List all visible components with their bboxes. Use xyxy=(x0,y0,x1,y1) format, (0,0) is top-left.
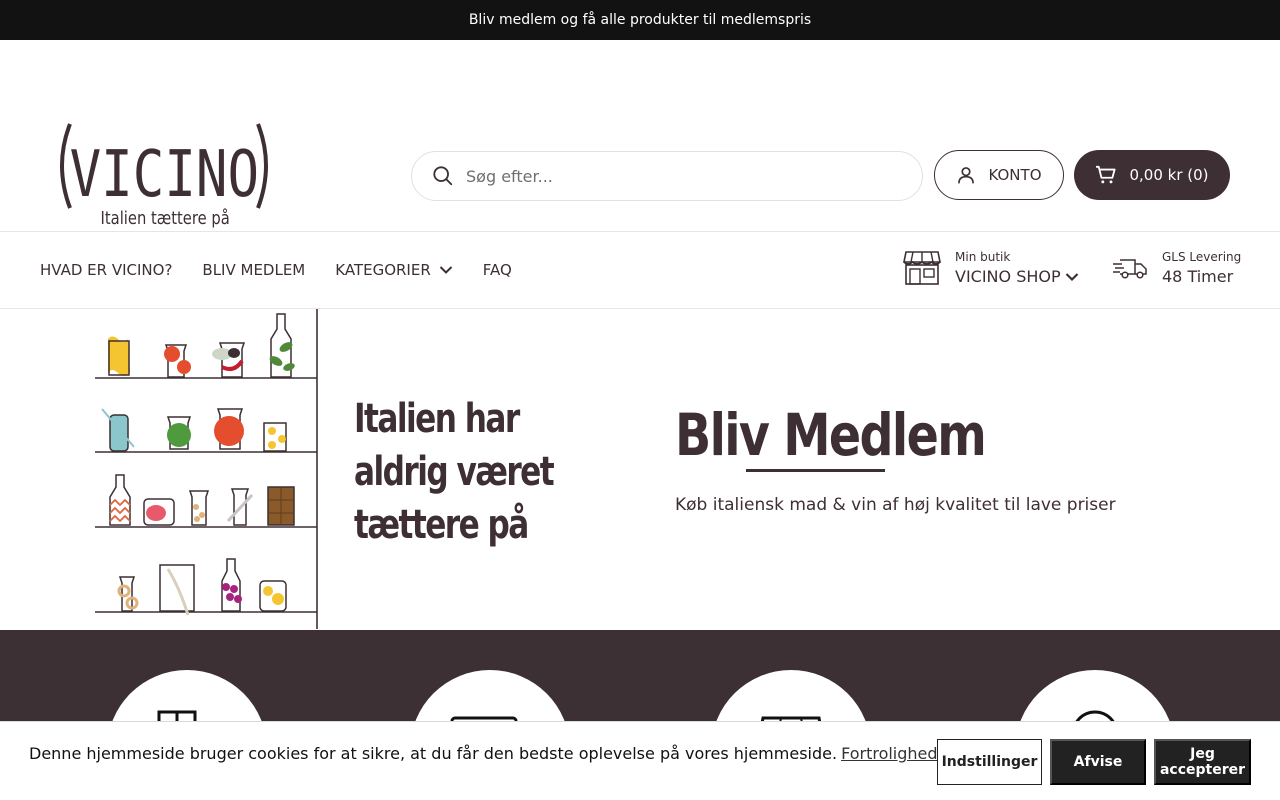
delivery-label: GLS Levering xyxy=(1162,250,1242,264)
nav-item-label: BLIV MEDLEM xyxy=(202,261,306,279)
delivery-info: GLS Levering 48 Timer xyxy=(1112,250,1241,286)
slogan-line: tættere på xyxy=(354,502,529,548)
chevron-down-icon xyxy=(439,266,452,274)
nav-item-about[interactable]: HVAD ER VICINO? xyxy=(40,261,172,279)
delivery-value: 48 Timer xyxy=(1162,267,1234,286)
logo-tagline: Italien tættere på xyxy=(101,208,230,229)
shelf-row-2 xyxy=(101,408,287,452)
logo[interactable]: VICINO Italien tættere på xyxy=(52,120,280,232)
main-nav: HVAD ER VICINO? BLIV MEDLEM KATEGORIER F… xyxy=(0,232,1280,309)
cart-total: 0,00 kr (0) xyxy=(1129,166,1209,184)
cookie-banner: Denne hjemmeside bruger cookies for at s… xyxy=(0,721,1280,800)
store-label: Min butik xyxy=(955,250,1011,264)
logo-mark: VICINO Italien tættere på xyxy=(60,123,268,229)
cart-button[interactable]: 0,00 kr (0) xyxy=(1074,150,1230,200)
user-icon xyxy=(958,167,975,184)
announcement-text: Bliv medlem og få alle produkter til med… xyxy=(468,12,812,28)
search-input[interactable] xyxy=(466,166,866,186)
nav-item-label: KATEGORIER xyxy=(335,261,431,279)
delivery-text: GLS Levering 48 Timer xyxy=(1162,250,1241,286)
header: VICINO Italien tættere på KONTO 0,00 kr … xyxy=(0,40,1280,232)
delivery-truck-icon xyxy=(1113,259,1147,279)
store-value-row: VICINO SHOP xyxy=(955,267,1079,286)
cookie-reject-button[interactable]: Afvise xyxy=(1050,739,1146,785)
slogan-line: Italien har xyxy=(354,396,520,442)
nav-item-label: HVAD ER VICINO? xyxy=(40,261,173,279)
hero-banner[interactable]: Italien har aldrig været tættere på Bliv… xyxy=(0,309,1280,629)
pantry-shelves-illustration xyxy=(95,309,318,629)
store-selector[interactable]: Min butik VICINO SHOP xyxy=(903,250,1079,286)
search-icon xyxy=(433,166,453,186)
cookie-accept-button[interactable]: Jeg accepterer xyxy=(1154,739,1251,785)
nav-item-categories[interactable]: KATEGORIER xyxy=(335,261,453,279)
hero-subtitle: Køb italiensk mad & vin af høj kvalitet … xyxy=(675,495,1116,515)
slogan-line: aldrig været xyxy=(354,449,555,495)
cart-icon xyxy=(1096,165,1117,184)
account-button[interactable]: KONTO xyxy=(934,150,1064,200)
store-info: Min butik VICINO SHOP xyxy=(955,250,1079,286)
cookie-text: Denne hjemmeside bruger cookies for at s… xyxy=(29,744,838,763)
account-label: KONTO xyxy=(988,166,1042,184)
hero-title: Bliv Medlem xyxy=(675,401,987,469)
nav-item-membership[interactable]: BLIV MEDLEM xyxy=(202,261,305,279)
cookie-message: Denne hjemmeside bruger cookies for at s… xyxy=(29,744,995,763)
store-value: VICINO SHOP xyxy=(955,267,1061,286)
nav-links: HVAD ER VICINO? BLIV MEDLEM KATEGORIER F… xyxy=(40,232,512,308)
announcement-bar: Bliv medlem og få alle produkter til med… xyxy=(0,0,1280,40)
hero-title-underline xyxy=(746,469,885,472)
shelf-row-4 xyxy=(117,558,287,616)
hero-slogan: Italien har aldrig været tættere på xyxy=(354,393,555,552)
store-icon xyxy=(903,251,941,285)
search-bar[interactable] xyxy=(411,151,923,201)
nav-item-label: FAQ xyxy=(482,261,512,279)
logo-text: VICINO xyxy=(70,137,260,211)
nav-item-faq[interactable]: FAQ xyxy=(483,261,512,279)
cookie-settings-button[interactable]: Indstillinger xyxy=(937,739,1042,785)
shelf-row-1 xyxy=(108,313,295,378)
shelf-row-3 xyxy=(109,474,295,526)
chevron-down-icon xyxy=(1065,272,1078,281)
